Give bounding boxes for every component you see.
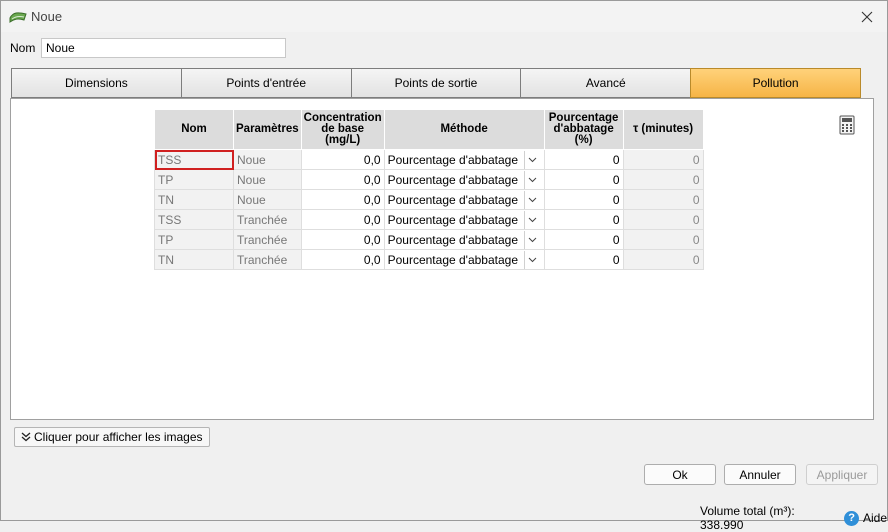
cell-tau[interactable]: 0 bbox=[622, 249, 704, 270]
pollution-panel: Nom Paramètres Concentration de base (mg… bbox=[10, 99, 874, 420]
chevron-down-icon bbox=[528, 257, 537, 262]
header-parametres[interactable]: Paramètres bbox=[233, 109, 302, 150]
cell-pourcentage[interactable]: 0 bbox=[543, 169, 624, 190]
cell-pourcentage[interactable]: 0 bbox=[543, 149, 624, 170]
methode-dropdown-button[interactable] bbox=[523, 210, 541, 229]
cell-parametres[interactable]: Tranchée bbox=[233, 249, 302, 270]
cell-nom[interactable]: TSS bbox=[154, 149, 234, 170]
help-icon[interactable]: ? bbox=[844, 510, 859, 526]
cell-parametres[interactable]: Noue bbox=[233, 169, 302, 190]
cell-methode-select[interactable]: Pourcentage d'abbatage bbox=[383, 149, 545, 170]
cell-methode-select[interactable]: Pourcentage d'abbatage bbox=[383, 209, 545, 230]
cell-concentration[interactable]: 0,0 bbox=[300, 189, 385, 210]
cell-pourcentage[interactable]: 0 bbox=[543, 249, 624, 270]
table-header-row: Nom Paramètres Concentration de base (mg… bbox=[154, 109, 704, 150]
cell-tau[interactable]: 0 bbox=[622, 169, 704, 190]
chevron-down-icon bbox=[528, 217, 537, 222]
table-row: TP Noue 0,0 Pourcentage d'abbatage 0 0 bbox=[154, 169, 704, 190]
status-bar: Volume total (m³): 338.990 ? Aide bbox=[700, 504, 887, 532]
tab-points-sortie[interactable]: Points de sortie bbox=[350, 68, 521, 98]
methode-value: Pourcentage d'abbatage bbox=[387, 232, 519, 247]
table-row: TP Tranchée 0,0 Pourcentage d'abbatage 0… bbox=[154, 229, 704, 250]
calculator-icon[interactable] bbox=[838, 115, 856, 135]
cell-parametres[interactable]: Tranchée bbox=[233, 229, 302, 250]
chevron-down-icon bbox=[528, 157, 537, 162]
help-label[interactable]: Aide bbox=[863, 511, 887, 525]
window-title: Noue bbox=[31, 9, 63, 24]
show-images-label: Cliquer pour afficher les images bbox=[34, 430, 203, 444]
cell-parametres[interactable]: Noue bbox=[233, 189, 302, 210]
chevron-down-icon bbox=[528, 197, 537, 202]
cell-pourcentage[interactable]: 0 bbox=[543, 229, 624, 250]
methode-value: Pourcentage d'abbatage bbox=[387, 192, 519, 207]
cell-tau[interactable]: 0 bbox=[622, 209, 704, 230]
methode-dropdown-button[interactable] bbox=[523, 250, 541, 269]
table-row: TSS Tranchée 0,0 Pourcentage d'abbatage … bbox=[154, 209, 704, 230]
show-images-button[interactable]: Cliquer pour afficher les images bbox=[14, 427, 210, 447]
cell-concentration[interactable]: 0,0 bbox=[300, 169, 385, 190]
chevron-down-icon bbox=[528, 177, 537, 182]
tab-pollution[interactable]: Pollution bbox=[690, 68, 861, 98]
pollution-table: Nom Paramètres Concentration de base (mg… bbox=[154, 109, 704, 270]
header-tau[interactable]: τ (minutes) bbox=[622, 109, 704, 150]
table-row: TN Noue 0,0 Pourcentage d'abbatage 0 0 bbox=[154, 189, 704, 210]
cell-parametres[interactable]: Noue bbox=[233, 149, 302, 170]
chevron-down-icon bbox=[528, 237, 537, 242]
cell-concentration[interactable]: 0,0 bbox=[300, 249, 385, 270]
name-input[interactable] bbox=[41, 38, 286, 58]
header-pourcentage[interactable]: Pourcentage d'abbatage (%) bbox=[543, 109, 624, 150]
cell-methode-select[interactable]: Pourcentage d'abbatage bbox=[383, 249, 545, 270]
cell-tau[interactable]: 0 bbox=[622, 189, 704, 210]
close-button[interactable] bbox=[847, 1, 887, 32]
cell-nom[interactable]: TP bbox=[154, 229, 234, 250]
methode-dropdown-button[interactable] bbox=[523, 150, 541, 169]
cell-nom[interactable]: TN bbox=[154, 249, 234, 270]
methode-value: Pourcentage d'abbatage bbox=[387, 172, 519, 187]
tab-bar: Dimensions Points d'entrée Points de sor… bbox=[11, 68, 861, 98]
cell-tau[interactable]: 0 bbox=[622, 229, 704, 250]
header-methode[interactable]: Méthode bbox=[383, 109, 545, 150]
cell-concentration[interactable]: 0,0 bbox=[300, 149, 385, 170]
cell-tau[interactable]: 0 bbox=[622, 149, 704, 170]
header-concentration[interactable]: Concentration de base (mg/L) bbox=[300, 109, 385, 150]
ok-button[interactable]: Ok bbox=[644, 464, 716, 485]
cell-concentration[interactable]: 0,0 bbox=[300, 229, 385, 250]
cell-concentration[interactable]: 0,0 bbox=[300, 209, 385, 230]
close-icon bbox=[861, 11, 873, 22]
swale-app-icon bbox=[9, 12, 27, 23]
double-chevron-down-icon bbox=[21, 432, 31, 442]
methode-value: Pourcentage d'abbatage bbox=[387, 152, 519, 167]
cell-parametres[interactable]: Tranchée bbox=[233, 209, 302, 230]
methode-value: Pourcentage d'abbatage bbox=[387, 212, 519, 227]
cell-pourcentage[interactable]: 0 bbox=[543, 189, 624, 210]
methode-dropdown-button[interactable] bbox=[523, 190, 541, 209]
methode-dropdown-button[interactable] bbox=[523, 230, 541, 249]
table-row: TSS Noue 0,0 Pourcentage d'abbatage 0 0 bbox=[154, 149, 704, 170]
cell-methode-select[interactable]: Pourcentage d'abbatage bbox=[383, 229, 545, 250]
methode-dropdown-button[interactable] bbox=[523, 170, 541, 189]
tab-avance[interactable]: Avancé bbox=[520, 68, 691, 98]
methode-value: Pourcentage d'abbatage bbox=[387, 252, 519, 267]
total-volume-label: Volume total (m³): 338.990 bbox=[700, 504, 795, 532]
cell-pourcentage[interactable]: 0 bbox=[543, 209, 624, 230]
dialog-window: Noue Nom Dimensions Points d'entrée Poin… bbox=[0, 0, 888, 532]
cell-methode-select[interactable]: Pourcentage d'abbatage bbox=[383, 189, 545, 210]
title-bar: Noue bbox=[1, 1, 887, 32]
apply-button[interactable]: Appliquer bbox=[806, 464, 878, 485]
cell-methode-select[interactable]: Pourcentage d'abbatage bbox=[383, 169, 545, 190]
header-nom[interactable]: Nom bbox=[154, 109, 234, 150]
table-row: TN Tranchée 0,0 Pourcentage d'abbatage 0… bbox=[154, 249, 704, 270]
cancel-button[interactable]: Annuler bbox=[724, 464, 796, 485]
cell-nom[interactable]: TP bbox=[154, 169, 234, 190]
tab-points-entree[interactable]: Points d'entrée bbox=[180, 68, 351, 98]
tab-dimensions[interactable]: Dimensions bbox=[11, 68, 181, 98]
cell-nom[interactable]: TN bbox=[154, 189, 234, 210]
name-label: Nom bbox=[10, 41, 36, 55]
cell-nom[interactable]: TSS bbox=[154, 209, 234, 230]
